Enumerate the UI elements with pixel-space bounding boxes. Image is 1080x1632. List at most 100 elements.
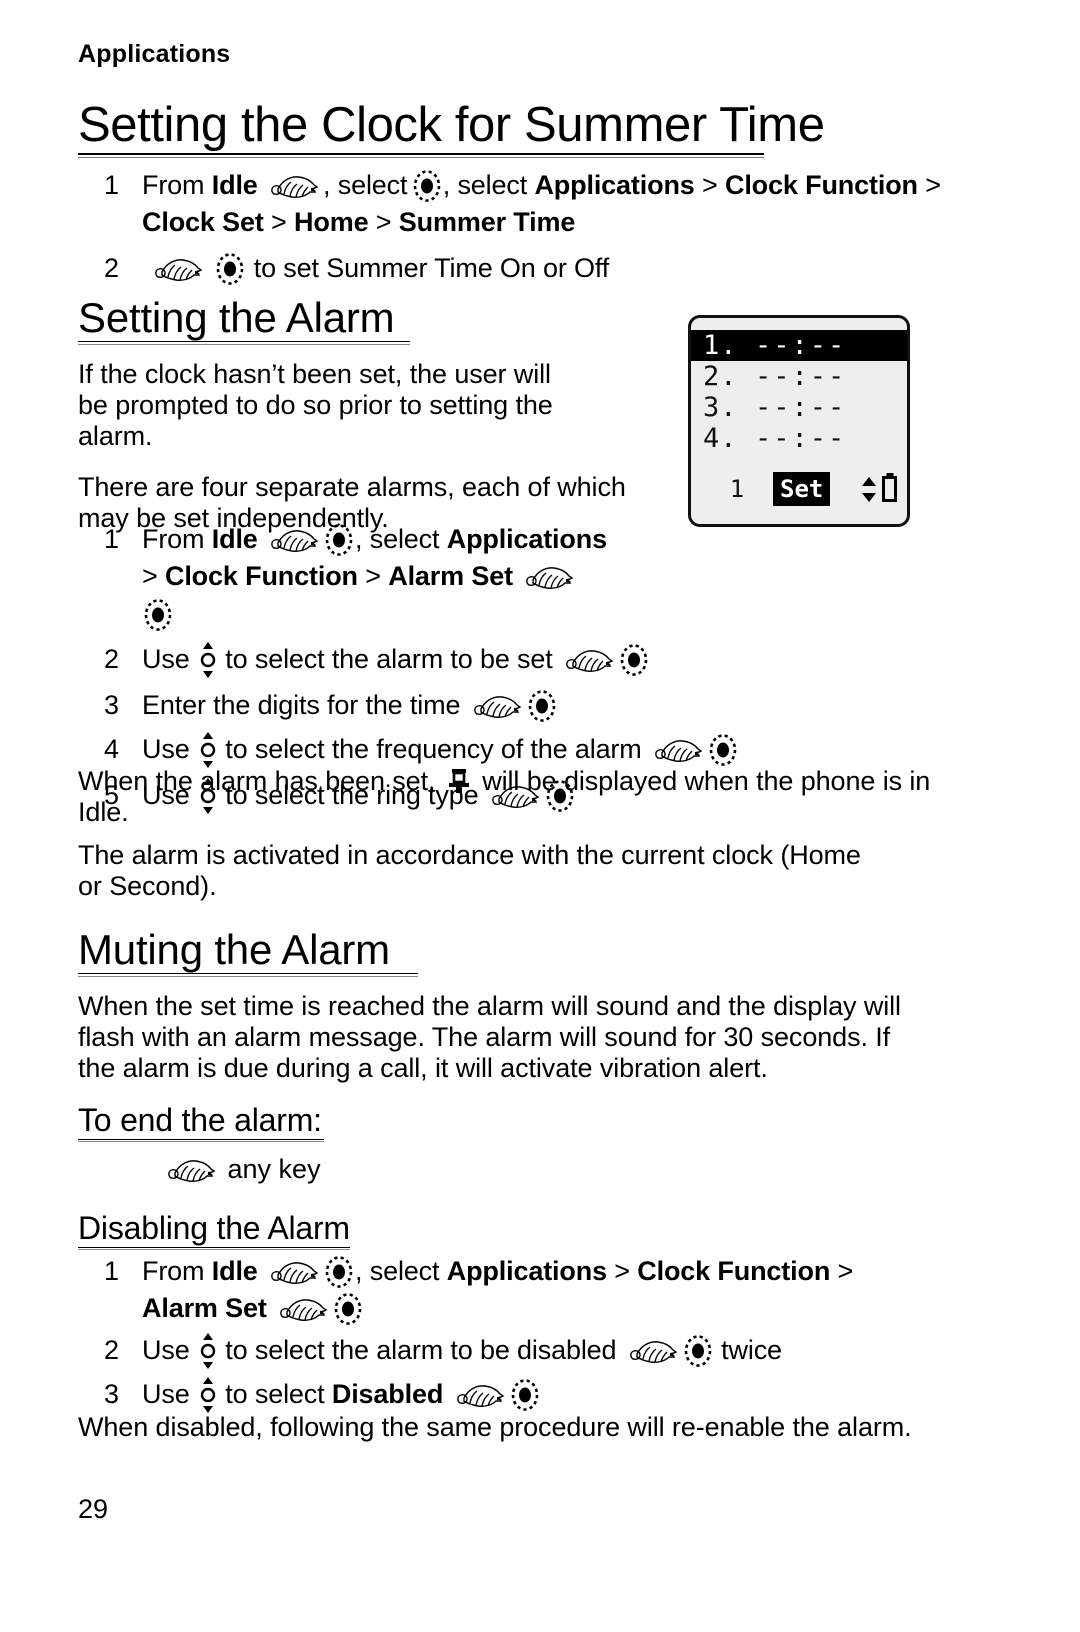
- step-disable-3: 3 Use to select Disabled: [78, 1377, 978, 1414]
- para-text-pre: When the alarm has been set,: [78, 766, 443, 796]
- lcd-alarm-index: 4.: [703, 423, 738, 454]
- section-summer-time: Setting the Clock for Summer Time 1 From…: [78, 100, 1002, 286]
- pointing-hand-icon: [271, 530, 319, 552]
- step-text-pre: Use: [142, 643, 197, 674]
- lcd-softkey-bar: 1 Set: [691, 472, 907, 506]
- step-text-trail: twice: [721, 1335, 782, 1366]
- gt-sep: >: [357, 560, 389, 591]
- gt-sep: >: [263, 206, 295, 237]
- running-head: Applications: [78, 40, 231, 68]
- step-number: 3: [104, 689, 119, 720]
- menu-disabled: Disabled: [331, 1379, 444, 1410]
- menu-applications: Applications: [534, 169, 695, 200]
- pointing-hand-icon: [566, 649, 614, 672]
- step-alarm-1: 1 From Idle , select Applications > Cloc…: [78, 522, 938, 632]
- gt-sep: >: [368, 206, 399, 237]
- heading-setting-alarm: Setting the Alarm: [78, 294, 395, 341]
- heading-to-end-alarm: To end the alarm:: [78, 1102, 322, 1138]
- step-alarm-2: 2 Use to select the alarm to be set: [78, 641, 938, 678]
- para-alarm-set-notice: When the alarm has been set, will be dis…: [78, 766, 978, 829]
- phone-lcd-display: 1. --:-- 2. --:-- 3. --:-- 4. --:-- 1 Se…: [688, 315, 910, 527]
- lcd-alarm-row: 2. --:--: [691, 361, 907, 392]
- step-text-post: to select the frequency of the alarm: [225, 734, 642, 765]
- step-text-pre: From: [142, 1256, 212, 1286]
- step-number: 4: [104, 734, 119, 765]
- pointing-hand-icon: [155, 259, 203, 281]
- para-alarm-activation: The alarm is activated in accordance wit…: [78, 840, 861, 902]
- ok-select-key-icon: [511, 1379, 538, 1411]
- lcd-softkey-set: Set: [773, 472, 831, 506]
- ok-select-key-icon: [217, 253, 244, 285]
- lcd-alarm-time: --:--: [755, 423, 847, 454]
- pointing-hand-icon: [280, 1298, 328, 1321]
- step-text-pre: From: [142, 524, 212, 554]
- lcd-alarm-index: 2.: [703, 361, 738, 392]
- up-down-navigation-key-icon: [200, 1377, 216, 1414]
- pointing-hand-icon: [629, 1341, 678, 1364]
- step-text-pre: From: [142, 169, 212, 200]
- lcd-alarm-time: --:--: [755, 361, 847, 392]
- gt-sep: >: [830, 1256, 854, 1286]
- menu-applications: Applications: [446, 1256, 607, 1286]
- para-muting-description: When the set time is reached the alarm w…: [78, 990, 901, 1084]
- step-number: 1: [104, 524, 119, 554]
- step-summer-1: 1 From Idle , select , select Applicatio…: [78, 168, 1002, 239]
- pointing-hand-icon: [271, 176, 319, 198]
- heading-disabling-alarm: Disabling the Alarm: [78, 1210, 350, 1246]
- step-text-mid: , select: [355, 524, 447, 554]
- lcd-alarm-time: --:--: [755, 392, 847, 423]
- menu-clock-function: Clock Function: [637, 1256, 831, 1286]
- step-number: 3: [104, 1379, 119, 1410]
- step-number: 2: [104, 1335, 119, 1366]
- step-text-pre: Use: [142, 1379, 197, 1410]
- subsection-disabling-alarm: Disabling the Alarm: [78, 1210, 978, 1251]
- triangle-down-icon: [862, 492, 876, 502]
- gt-sep: >: [694, 169, 725, 200]
- lcd-alarm-index: 3.: [703, 392, 738, 423]
- pointing-hand-icon: [456, 1385, 504, 1408]
- heading-muting-alarm: Muting the Alarm: [78, 926, 390, 973]
- alarm-bell-icon: [448, 769, 469, 793]
- keyword-idle: Idle: [211, 1256, 258, 1286]
- pointing-hand-icon: [655, 740, 703, 763]
- step-number: 1: [104, 1256, 119, 1286]
- keyword-idle: Idle: [211, 169, 258, 200]
- battery-icon: [882, 476, 897, 502]
- step-text-pre: Use: [142, 734, 197, 765]
- step-text: to set Summer Time On or Off: [253, 253, 610, 284]
- gt-sep: >: [142, 560, 165, 591]
- menu-clock-function: Clock Function: [164, 560, 358, 591]
- pointing-hand-icon: [271, 1262, 319, 1284]
- up-down-navigation-key-icon: [200, 732, 216, 769]
- up-down-scroll-icon: [862, 476, 876, 502]
- keyword-idle: Idle: [211, 524, 258, 554]
- step-number: 2: [104, 643, 119, 674]
- ok-select-key-icon: [413, 170, 441, 202]
- page-number: 29: [78, 1494, 109, 1524]
- step-number: 1: [104, 169, 119, 200]
- step-text-post: to select the alarm to be disabled: [225, 1335, 617, 1366]
- menu-clock-function: Clock Function: [724, 169, 918, 200]
- gt-sep: >: [606, 1256, 638, 1286]
- lcd-alarm-row: 3. --:--: [691, 392, 907, 423]
- heading-rule: [78, 152, 764, 158]
- step-text-mid: , select: [355, 1256, 447, 1286]
- any-key-text: any key: [227, 1154, 321, 1185]
- lcd-softkey-left: 1: [729, 475, 745, 503]
- step-summer-2: 2 to set Summer Time On or Off: [78, 251, 1002, 286]
- menu-clock-set: Clock Set: [142, 206, 264, 237]
- heading-rule: [78, 1246, 350, 1251]
- lcd-alarm-index: 1.: [703, 330, 738, 361]
- triangle-up-icon: [862, 476, 876, 486]
- menu-alarm-set: Alarm Set: [388, 560, 513, 591]
- menu-home: Home: [294, 206, 369, 237]
- manual-page: Applications Setting the Clock for Summe…: [0, 0, 1080, 1632]
- ok-select-key-icon: [620, 643, 648, 676]
- step-text: Enter the digits for the time: [142, 689, 461, 720]
- menu-alarm-set: Alarm Set: [142, 1292, 267, 1323]
- step-comma: ,: [442, 169, 451, 200]
- select-word: select: [457, 169, 528, 200]
- step-text-post: to select the alarm to be set: [225, 643, 553, 674]
- ok-select-key-icon: [709, 734, 737, 766]
- heading-rule: [78, 1138, 324, 1143]
